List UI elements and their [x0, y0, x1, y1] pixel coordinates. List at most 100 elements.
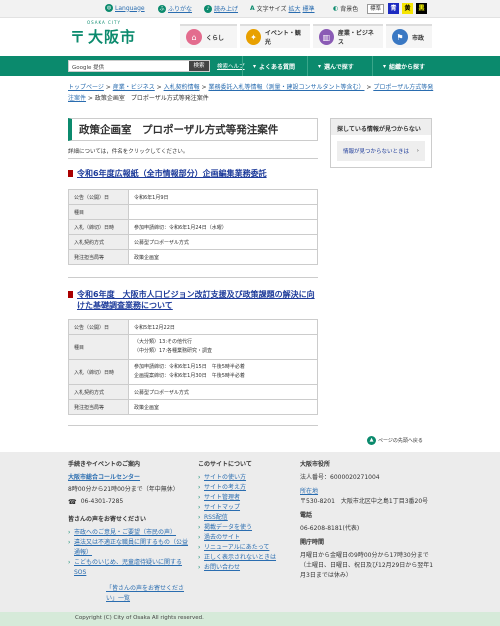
phone-icon: ☎ — [68, 498, 77, 506]
breadcrumb-link[interactable]: トップページ — [68, 84, 104, 91]
chevron-down-icon: ▾ — [383, 62, 387, 70]
gnav-kurashi[interactable]: ⌂ くらし — [180, 24, 237, 48]
chevron-down-icon: ▾ — [318, 62, 322, 70]
page-top-label: ページの先頭へ戻る — [378, 438, 423, 444]
gnav-event[interactable]: ✦ イベント・観光 — [240, 24, 310, 48]
page-top-link[interactable]: ▲ ページの先頭へ戻る — [367, 436, 423, 445]
footer-heading: 手続きやイベントのご案内 — [68, 461, 141, 468]
row-key: 入札契約方式 — [68, 234, 129, 250]
bg-standard-button[interactable]: 標準 — [367, 4, 385, 14]
footer-link[interactable]: 正しく表示されないときは — [198, 553, 293, 563]
row-value: （大分類）13:その他代行 （中分類）17:各種業務研究・調査 — [128, 334, 318, 360]
divider — [68, 425, 318, 426]
logo-text: 大阪市 — [88, 28, 137, 46]
language-label[interactable]: Language — [115, 5, 145, 12]
search-input[interactable]: Google 提供 — [69, 61, 189, 71]
choose-search-label: 選んで探す — [324, 63, 354, 71]
gnav-shisei[interactable]: ⚑ 市政 — [386, 24, 432, 48]
copyright: Copyright (C) City of Osaka All rights r… — [0, 612, 500, 626]
call-center-tel: ☎ 06-4301-7285 — [68, 497, 193, 507]
font-standard-link[interactable]: 標準 — [303, 4, 315, 13]
tel-label: 電話 — [300, 512, 313, 519]
chevron-down-icon: ▾ — [253, 62, 257, 70]
utility-bar: ◍ Language ふふりがな ♪ 読み上げ A 文字サイズ 拡大 標準 ◐ 背景… — [0, 0, 500, 18]
not-found-link[interactable]: 情報が見つからないときは › — [337, 141, 425, 161]
row-value: 公募型プロポーザル方式 — [128, 234, 318, 250]
opinion-link[interactable]: 市政へのご意見・ご要望（市民の声） — [68, 528, 193, 538]
row-value: 参加申請締切：令和6年1月24日（水曜） — [128, 219, 318, 235]
yomiage-label[interactable]: 読み上げ — [214, 4, 238, 13]
furigana-link[interactable]: ふふりがな — [158, 4, 192, 13]
call-center-link[interactable]: 大阪市総合コールセンター — [68, 474, 140, 481]
table-row: 公告（公開）日 令和6年1月9日 — [68, 189, 318, 205]
row-key: 種目 — [68, 334, 129, 360]
footer-link[interactable]: 過去のサイト — [198, 533, 293, 543]
gnav-business[interactable]: ▥ 産業・ビジネス — [313, 24, 383, 48]
call-center-hours: 8時00分から21時00分まで（年中無休） — [68, 486, 179, 493]
search-button[interactable]: 検索 — [189, 61, 209, 71]
chevron-right-icon: › — [416, 148, 419, 154]
table-row: 公告（公開）日 令和5年12月22日 — [68, 319, 318, 335]
green-navbar: Google 提供 検索 検索ヘルプ ▾ よくある質問 ▾ 選んで探す ▾ 組織から探… — [0, 56, 500, 76]
case-heading: 令和6年度広報紙（全市情報部分）企画編集業務委託 — [68, 168, 318, 179]
gnav-kurashi-label: くらし — [206, 34, 225, 42]
footer-site: このサイトについて サイトの使い方 サイトの考え方 サイト管理者 サイトマップ … — [198, 460, 293, 573]
case-link[interactable]: 令和6年度広報紙（全市情報部分）企画編集業務委託 — [77, 169, 267, 178]
table-row: 種目 （大分類）13:その他代行 （中分類）17:各種業務研究・調査 — [68, 334, 318, 360]
table-row: 入札（締切）日時 参加申請締切：令和6年1月24日（水曜） — [68, 219, 318, 235]
font-large-link[interactable]: 拡大 — [288, 4, 300, 13]
breadcrumb-link[interactable]: 業務委託入札等情報（測量・建設コンサルタント等含む） — [208, 84, 364, 91]
opinion-link[interactable]: こどものいじめ、児童虐待疑いに関するSOS — [68, 558, 193, 578]
furigana-label[interactable]: ふりがな — [168, 4, 192, 13]
footer-link[interactable]: お問い合わせ — [198, 563, 293, 573]
search-box: Google 提供 検索 — [68, 60, 210, 72]
opinion-links: 市政へのご意見・ご要望（市民の声） 違法又は不適正な職員に関するもの（公益通報）… — [68, 528, 193, 578]
address: 〒530-8201 大阪市北区中之島1丁目3番20号 — [300, 498, 429, 505]
site-footer: 手続きやイベントのご案内 大阪市総合コールセンター 8時00分から21時00分ま… — [0, 452, 500, 612]
location-link[interactable]: 所在地 — [300, 488, 318, 495]
bg-blue-button[interactable]: 青 — [388, 3, 399, 14]
breadcrumb-link[interactable]: 入札契約情報 — [164, 84, 200, 91]
globe-icon: ◍ — [105, 4, 113, 12]
footer-guide: 手続きやイベントのご案内 大阪市総合コールセンター 8時00分から21時00分ま… — [68, 460, 193, 604]
org-search-label: 組織から探す — [389, 63, 426, 71]
search-help-link[interactable]: 検索ヘルプ — [217, 62, 245, 70]
footer-link[interactable]: サイト管理者 — [198, 493, 293, 503]
footer-link[interactable]: サイトの使い方 — [198, 473, 293, 483]
breadcrumb-link[interactable]: 産業・ビジネス — [113, 84, 155, 91]
sidebar-heading: 探している情報が見つからない — [331, 119, 431, 135]
footer-link[interactable]: 掲載データを使う — [198, 523, 293, 533]
footer-city-hall: 大阪市役所 法人番号：6000020271004 所在地 〒530-8201 大… — [300, 460, 435, 581]
row-value: 令和6年1月9日 — [128, 189, 318, 205]
row-value: 政策企画室 — [128, 249, 318, 265]
footer-link[interactable]: リニューアルにあたって — [198, 543, 293, 553]
main-content: 政策企画室 プロポーザル方式等発注案件 詳細については，件名をクリックしてくださ… — [68, 118, 318, 155]
bg-black-button[interactable]: 黒 — [416, 3, 427, 14]
footer-link[interactable]: サイトマップ — [198, 503, 293, 513]
opinion-link[interactable]: 違法又は不適正な職員に関するもの（公益通報） — [68, 538, 193, 558]
table-row: 入札契約方式 公募型プロポーザル方式 — [68, 234, 318, 250]
page-title: 政策企画室 プロポーザル方式等発注案件 — [68, 118, 318, 141]
opinion-list-link[interactable]: 「皆さんの声をお寄せください」一覧 — [106, 585, 184, 602]
not-found-link-label[interactable]: 情報が見つからないときは — [343, 147, 409, 155]
bg-yellow-button[interactable]: 黄 — [402, 3, 413, 14]
choose-search-button[interactable]: ▾ 選んで探す — [307, 56, 372, 76]
tel-number: 06-6208-8181(代表) — [300, 525, 360, 532]
site-header: OSAKA CITY 〒 大阪市 ⌂ くらし ✦ イベント・観光 ▥ 産業・ビジ… — [0, 18, 500, 56]
divider — [68, 277, 318, 278]
corporate-number: 法人番号：6000020271004 — [300, 474, 380, 481]
footer-heading: このサイトについて — [198, 461, 252, 468]
footer-link[interactable]: RSS配信 — [198, 513, 293, 523]
footer-link[interactable]: サイトの考え方 — [198, 483, 293, 493]
house-icon: ⌂ — [186, 29, 202, 45]
faq-button[interactable]: ▾ よくある質問 — [242, 56, 307, 76]
osaka-mark-icon: 〒 — [70, 28, 86, 46]
hours-text: 月曜日から金曜日の9時00分から17時30分まで（土曜日、日曜日、祝日及び12月… — [300, 552, 434, 579]
building-icon: ▥ — [319, 29, 334, 45]
site-logo[interactable]: OSAKA CITY 〒 大阪市 — [70, 20, 137, 47]
org-search-button[interactable]: ▾ 組織から探す — [372, 56, 437, 76]
language-link[interactable]: ◍ Language — [105, 4, 145, 12]
case-link[interactable]: 令和6年度 大阪市人口ビジョン改訂支援及び政策課題の解決に向けた基礎調査業務につ… — [77, 290, 315, 310]
font-size-icon: A — [250, 5, 255, 12]
yomiage-link[interactable]: ♪ 読み上げ — [204, 4, 238, 13]
